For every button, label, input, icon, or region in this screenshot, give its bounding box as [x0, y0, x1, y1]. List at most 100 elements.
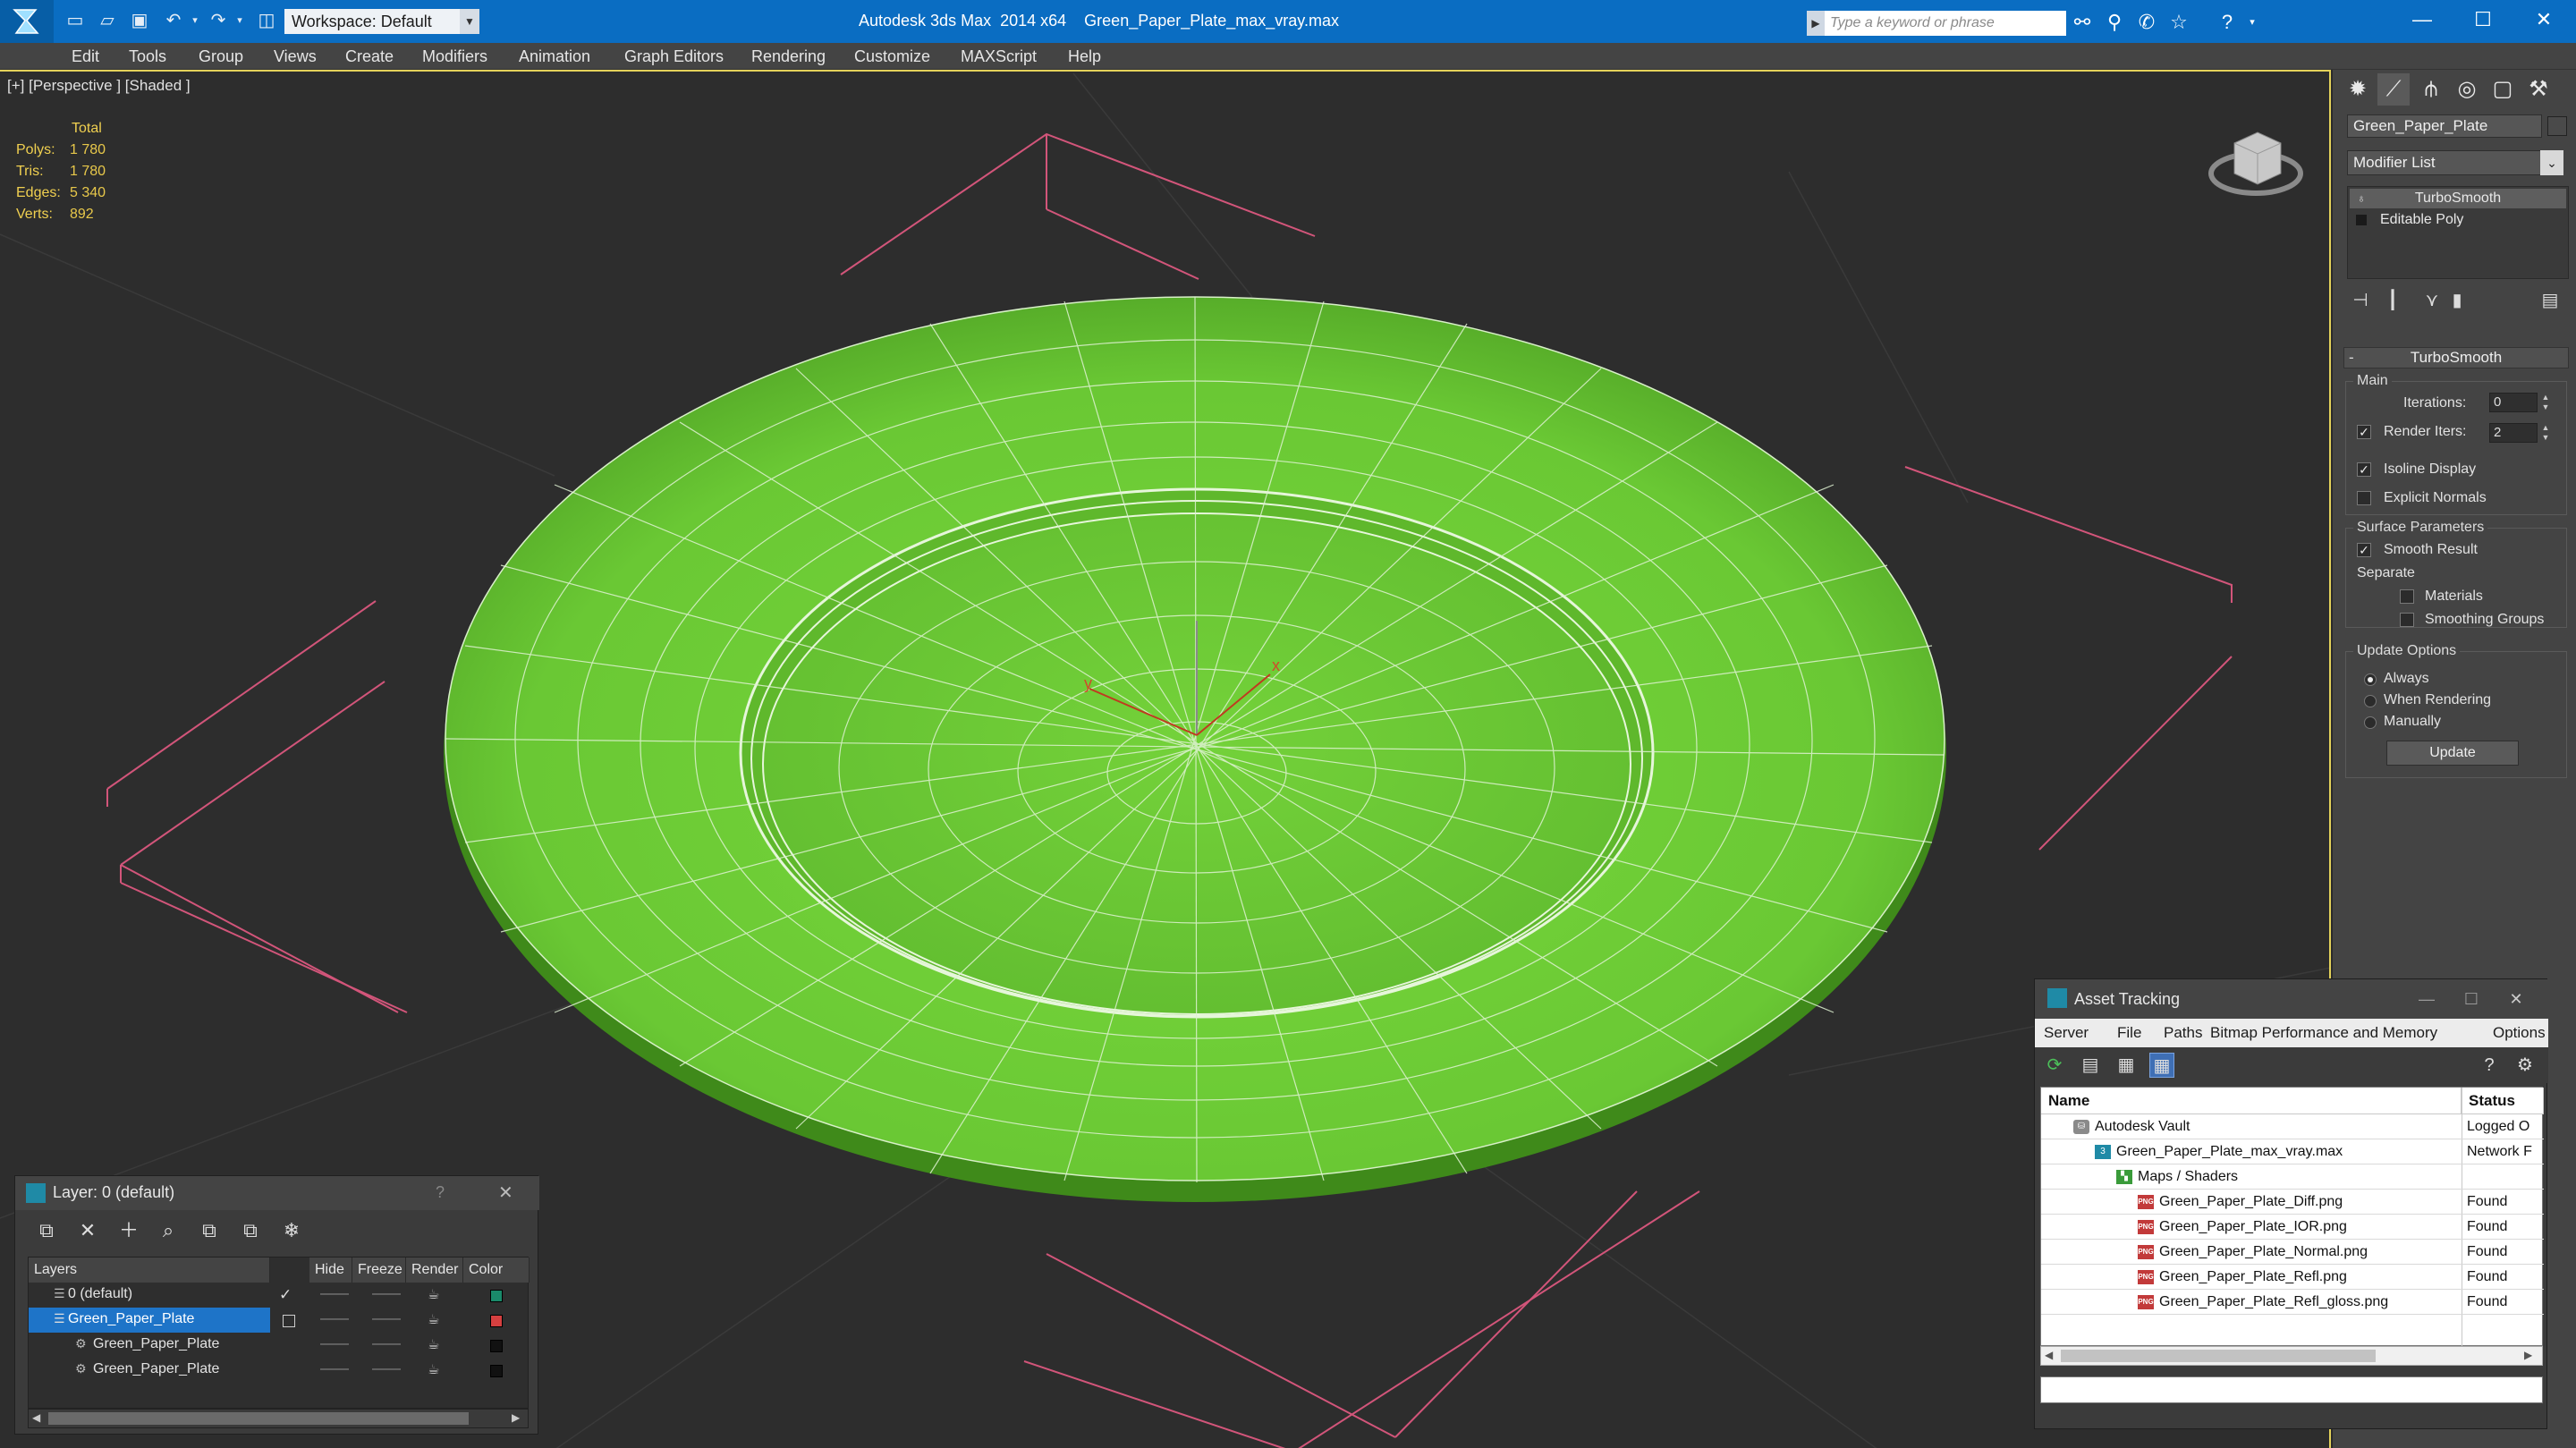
menu-modifiers[interactable]: Modifiers	[422, 43, 487, 70]
close-icon[interactable]: ✕	[2498, 987, 2534, 1012]
explicit-normals-checkbox[interactable]	[2357, 491, 2371, 505]
asset-row[interactable]: PNG Green_Paper_Plate_Diff.png Found	[2041, 1190, 2544, 1215]
layer-row[interactable]: ☰ 0 (default) ✓ —— —— ☕	[29, 1283, 530, 1308]
workspace-select[interactable]: Workspace: Default	[284, 9, 479, 34]
remove-modifier-icon[interactable]: ▮	[2444, 288, 2470, 313]
menu-graph-editors[interactable]: Graph Editors	[624, 43, 724, 70]
layer-color-swatch[interactable]	[490, 1365, 503, 1377]
add-to-layer-icon[interactable]: ＋	[115, 1217, 142, 1244]
column-header-render[interactable]: Render	[406, 1257, 463, 1283]
modify-tab-icon[interactable]: ⟋	[2377, 73, 2410, 106]
current-layer-check[interactable]: ✓	[279, 1286, 292, 1304]
save-icon[interactable]: ▣	[129, 11, 150, 30]
undo-dropdown-icon[interactable]: ▾	[184, 11, 206, 30]
minimize-icon[interactable]: —	[2392, 0, 2453, 39]
menu-paths[interactable]: Paths	[2164, 1024, 2202, 1042]
layer-color-swatch[interactable]	[490, 1290, 503, 1302]
asset-row[interactable]: ⛁ Autodesk Vault Logged O	[2041, 1114, 2544, 1139]
freeze-toggle[interactable]: ——	[372, 1286, 401, 1302]
menu-tools[interactable]: Tools	[129, 43, 166, 70]
freeze-toggle[interactable]: ——	[372, 1361, 401, 1377]
dialog-title-bar[interactable]: Layer: 0 (default) ? ✕	[15, 1176, 539, 1210]
help-button[interactable]: ?	[436, 1183, 445, 1202]
turbosmooth-rollout-header[interactable]: TurboSmooth	[2343, 347, 2569, 368]
make-unique-icon[interactable]: ⋎	[2419, 288, 2445, 313]
menu-views[interactable]: Views	[274, 43, 317, 70]
menu-rendering[interactable]: Rendering	[751, 43, 826, 70]
create-layer-icon[interactable]: ⧉	[33, 1217, 60, 1244]
layer-name[interactable]: Green_Paper_Plate	[93, 1336, 219, 1352]
list-view-icon[interactable]: ▤	[2078, 1053, 2103, 1078]
hide-toggle[interactable]: ——	[320, 1286, 349, 1302]
teapot-icon[interactable]: ☕	[428, 1361, 439, 1377]
search-expand-icon[interactable]: ▶	[1807, 11, 1825, 36]
object-name-field[interactable]: Green_Paper_Plate	[2347, 114, 2542, 138]
refresh-icon[interactable]: ⟳	[2042, 1053, 2067, 1078]
menu-options[interactable]: Options	[2493, 1024, 2546, 1042]
asset-row[interactable]: PNG Green_Paper_Plate_IOR.png Found	[2041, 1215, 2544, 1240]
modifier-list-dropdown[interactable]: Modifier List	[2347, 150, 2553, 175]
freeze-toggle[interactable]: ——	[372, 1311, 401, 1327]
horizontal-scrollbar[interactable]: ◀ ▶	[2040, 1346, 2543, 1366]
layer-row[interactable]: ⚙ Green_Paper_Plate —— —— ☕	[29, 1333, 530, 1358]
utilities-tab-icon[interactable]: ⚒	[2522, 73, 2555, 106]
layer-name[interactable]: Green_Paper_Plate	[93, 1361, 219, 1377]
collapse-icon[interactable]: -	[2349, 347, 2354, 368]
binoculars-icon[interactable]: ⚯	[2070, 11, 2095, 34]
chevron-down-icon[interactable]: ▼	[460, 9, 479, 34]
manually-radio[interactable]	[2364, 716, 2377, 729]
viewcube-icon[interactable]	[2208, 131, 2303, 196]
show-end-result-icon[interactable]: ┃	[2379, 288, 2406, 313]
help-dropdown-icon[interactable]: ▾	[2240, 11, 2265, 34]
settings-icon[interactable]: ⚙	[2512, 1053, 2538, 1078]
project-folder-icon[interactable]: ◫	[256, 11, 277, 30]
column-header-freeze[interactable]: Freeze	[352, 1257, 406, 1283]
layer-color-swatch[interactable]	[490, 1315, 503, 1327]
close-icon[interactable]: ✕	[498, 1181, 513, 1204]
scroll-right-icon[interactable]: ▶	[2524, 1349, 2532, 1361]
motion-tab-icon[interactable]: ◎	[2451, 73, 2483, 106]
scrollbar-thumb[interactable]	[48, 1412, 469, 1425]
column-header-name[interactable]: Name	[2041, 1088, 2462, 1114]
close-icon[interactable]: ✕	[2513, 0, 2574, 39]
spinner-arrows-icon[interactable]: ▲ ▼	[2539, 423, 2552, 443]
render-iters-spinner[interactable]: 2	[2489, 423, 2538, 443]
menu-server[interactable]: Server	[2044, 1024, 2089, 1042]
always-radio[interactable]	[2364, 673, 2377, 686]
asset-row[interactable]: ▚ Maps / Shaders	[2041, 1164, 2544, 1190]
expand-box-icon[interactable]	[2356, 215, 2367, 225]
layer-row[interactable]: ⚙ Green_Paper_Plate —— —— ☕	[29, 1358, 530, 1383]
display-tab-icon[interactable]: ▢	[2487, 73, 2519, 106]
communication-icon[interactable]: ✆	[2134, 11, 2159, 34]
open-file-icon[interactable]: ▱	[97, 11, 118, 30]
layer-color-swatch[interactable]	[490, 1340, 503, 1352]
dialog-title-bar[interactable]: Asset Tracking — ☐ ✕	[2035, 979, 2548, 1019]
chevron-down-icon[interactable]: ⌄	[2540, 150, 2563, 175]
redo-dropdown-icon[interactable]: ▾	[229, 11, 250, 30]
stack-item-turbosmooth[interactable]: ♁ TurboSmooth	[2350, 189, 2566, 208]
menu-maxscript[interactable]: MAXScript	[961, 43, 1037, 70]
create-tab-icon[interactable]: ✹	[2342, 73, 2374, 106]
hide-toggle[interactable]: ——	[320, 1311, 349, 1327]
undo-icon[interactable]: ↶	[163, 11, 184, 30]
maximize-icon[interactable]: ☐	[2453, 987, 2489, 1012]
smooth-result-checkbox[interactable]: ✓	[2357, 543, 2371, 557]
help-icon[interactable]: ?	[2477, 1053, 2502, 1078]
app-logo-icon[interactable]	[0, 0, 54, 43]
select-in-layer-icon[interactable]: ⌕	[155, 1217, 182, 1244]
scroll-left-icon[interactable]: ◀	[2045, 1349, 2053, 1361]
smoothing-groups-checkbox[interactable]	[2400, 613, 2414, 627]
subscription-icon[interactable]: ⚲	[2102, 11, 2127, 34]
hierarchy-tab-icon[interactable]: ⫛	[2415, 73, 2447, 106]
new-file-icon[interactable]: ▭	[64, 11, 86, 30]
freeze-toggle[interactable]: ——	[372, 1336, 401, 1352]
column-header-color[interactable]: Color	[463, 1257, 530, 1283]
configure-sets-icon[interactable]: ▤	[2537, 288, 2563, 313]
column-header-layers[interactable]: Layers	[29, 1257, 270, 1283]
asset-row[interactable]: PNG Green_Paper_Plate_Refl.png Found	[2041, 1265, 2544, 1290]
freeze-all-layers-icon[interactable]: ❄	[278, 1217, 305, 1244]
column-header-hide[interactable]: Hide	[309, 1257, 352, 1283]
asset-row[interactable]: 3 Green_Paper_Plate_max_vray.max Network…	[2041, 1139, 2544, 1164]
scroll-right-icon[interactable]: ▶	[512, 1411, 520, 1424]
hide-toggle[interactable]: ——	[320, 1336, 349, 1352]
